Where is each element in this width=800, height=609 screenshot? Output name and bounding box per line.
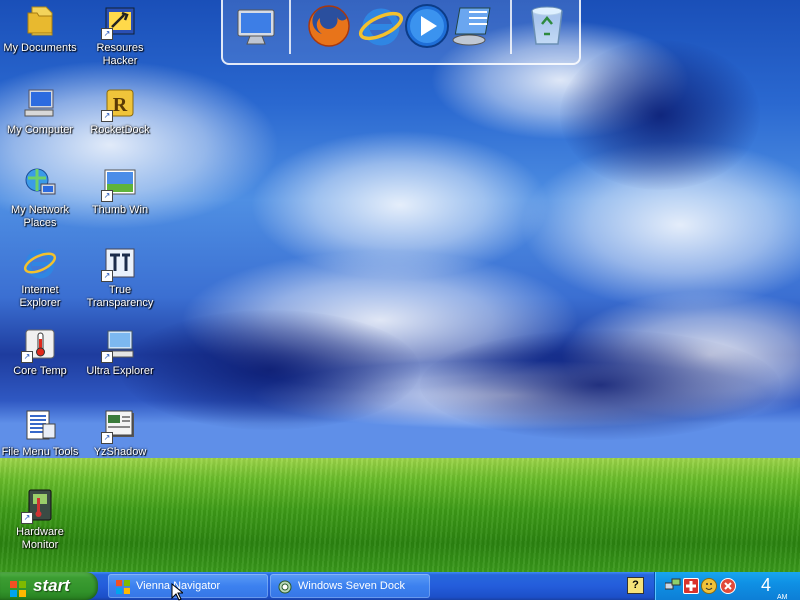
desktop-icon-label: Core Temp bbox=[13, 365, 67, 377]
resource-hacker-icon: ↗ bbox=[101, 4, 137, 40]
ie-icon bbox=[23, 246, 57, 280]
desktop-icon-my-computer[interactable]: My Computer bbox=[0, 86, 80, 137]
folder-icon bbox=[23, 4, 57, 38]
dock bbox=[221, 0, 581, 65]
desktop-icon-file-menu-tools[interactable]: File Menu Tools bbox=[0, 408, 80, 459]
task-windows-seven-dock[interactable]: Windows Seven Dock bbox=[270, 574, 430, 598]
desktop-icon-ultra-explorer[interactable]: ↗ Ultra Explorer bbox=[80, 327, 160, 378]
true-transparency-icon: ↗ bbox=[101, 246, 137, 282]
desktop-icon-yzshadow[interactable]: ↗ YzShadow bbox=[80, 408, 160, 459]
desktop-icon-my-network-places[interactable]: My Network Places bbox=[0, 166, 80, 230]
thumbwin-icon: ↗ bbox=[101, 166, 137, 202]
taskbar: start Vienna Navigator Windows Seven Doc… bbox=[0, 572, 800, 601]
monitor-icon[interactable] bbox=[232, 2, 280, 50]
hardware-monitor-icon: ↗ bbox=[21, 488, 57, 524]
desktop-icon-label: YzShadow bbox=[93, 446, 147, 458]
yzshadow-icon: ↗ bbox=[101, 408, 137, 444]
computer-icon bbox=[23, 86, 57, 120]
desktop-icon-my-documents[interactable]: My Documents bbox=[0, 4, 80, 55]
desktop-icon-label: Ultra Explorer bbox=[86, 365, 154, 377]
task-label: Windows Seven Dock bbox=[298, 580, 405, 592]
desktop-icon-label: My Computer bbox=[6, 124, 74, 136]
thermometer-icon: ↗ bbox=[21, 327, 57, 363]
windows-flag-icon bbox=[116, 579, 130, 594]
desktop-icon-label: Hardware Monitor bbox=[16, 526, 64, 551]
ultra-explorer-icon: ↗ bbox=[101, 327, 137, 363]
dock-app-icon bbox=[278, 579, 292, 594]
start-button[interactable]: start bbox=[0, 572, 98, 600]
firefox-icon[interactable] bbox=[305, 2, 353, 50]
desktop-icon-core-temp[interactable]: ↗ Core Temp bbox=[0, 327, 80, 378]
network-tray-icon[interactable] bbox=[664, 578, 681, 592]
desktop-icon-label: Resoures Hacker bbox=[96, 42, 144, 67]
shield-icon[interactable] bbox=[683, 578, 699, 594]
recycle-bin-icon[interactable] bbox=[523, 2, 571, 50]
desktop-icon-thumb-win[interactable]: ↗ Thumb Win bbox=[80, 166, 160, 217]
clock-ampm: AM bbox=[777, 594, 788, 601]
grass-field bbox=[0, 458, 800, 572]
network-icon bbox=[23, 166, 57, 200]
desktop-icon-rocketdock[interactable]: R ↗ RocketDock bbox=[80, 86, 160, 137]
svg-text:R: R bbox=[113, 94, 128, 116]
desktop-icon-resoures-hacker[interactable]: ↗ Resoures Hacker bbox=[80, 4, 160, 68]
desktop-icon-label: File Menu Tools bbox=[1, 446, 79, 458]
network-settings-icon[interactable] bbox=[449, 2, 497, 50]
clock[interactable]: 4 AM bbox=[761, 574, 788, 601]
desktop-icon-label: My Network Places bbox=[10, 204, 70, 229]
mouse-cursor-icon bbox=[171, 583, 183, 601]
desktop-icon-label: My Documents bbox=[3, 42, 77, 54]
desktop-icon-label: Internet Explorer bbox=[19, 284, 61, 309]
desktop-icon-internet-explorer[interactable]: Internet Explorer bbox=[0, 246, 80, 310]
close-icon[interactable] bbox=[720, 578, 736, 594]
desktop-icon-hardware-monitor[interactable]: ↗ Hardware Monitor bbox=[0, 488, 80, 552]
file-menu-tools-icon bbox=[23, 408, 57, 442]
task-vienna-navigator[interactable]: Vienna Navigator bbox=[108, 574, 268, 598]
desktop-icon-true-transparency[interactable]: ↗ True Transparency bbox=[80, 246, 160, 310]
media-player-icon[interactable] bbox=[403, 2, 451, 50]
windows-flag-icon bbox=[10, 578, 26, 597]
start-label: start bbox=[33, 576, 70, 595]
clock-time: 4 bbox=[761, 575, 772, 595]
desktop-icon-label: True Transparency bbox=[86, 284, 154, 309]
help-icon[interactable]: ? bbox=[627, 577, 644, 594]
desktop-icon-label: RocketDock bbox=[90, 124, 150, 136]
rocketdock-icon: R ↗ bbox=[101, 86, 137, 122]
ie-icon[interactable] bbox=[357, 2, 405, 50]
system-tray: 4 AM bbox=[654, 572, 800, 601]
desktop-icon-label: Thumb Win bbox=[91, 204, 149, 216]
smiley-icon[interactable] bbox=[701, 578, 717, 594]
